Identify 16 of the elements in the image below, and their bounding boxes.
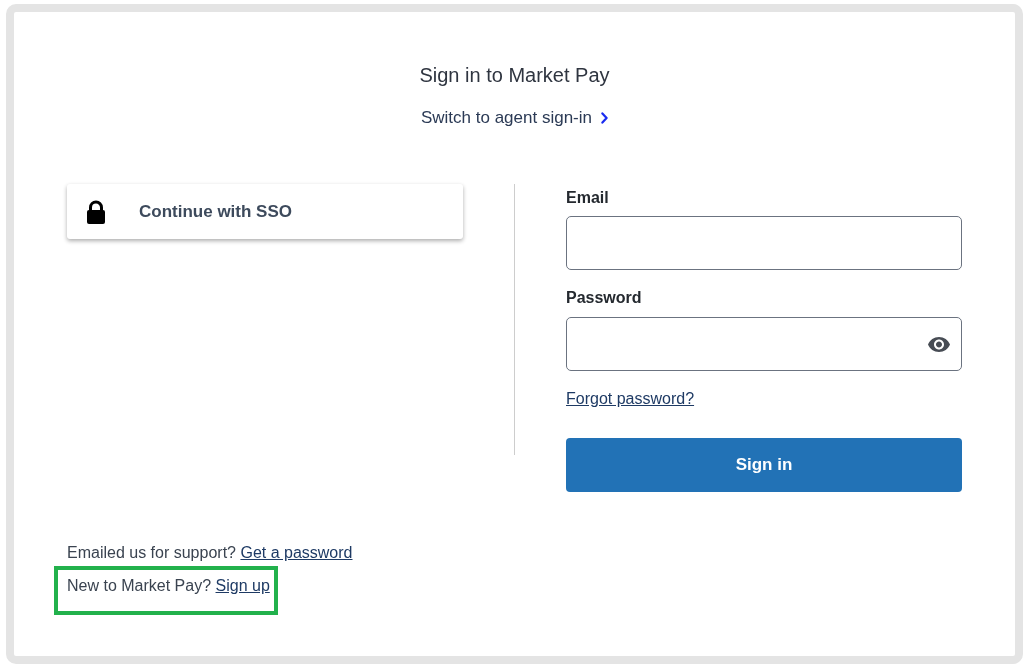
prompt-text: Emailed us for support? [67,544,236,561]
email-field[interactable] [566,216,962,270]
forgot-password-link[interactable]: Forgot password? [566,387,695,411]
lock-icon [86,199,106,224]
switch-agent-link[interactable]: Switch to agent sign-in [420,106,608,130]
field-label: Password [566,288,643,308]
page-title: Sign in to Market Pay [419,63,610,88]
eye-icon[interactable] [928,336,950,352]
field-label: Email [566,188,610,208]
sso-button[interactable]: Continue with SSO [67,184,463,239]
sign-in-button[interactable]: Sign in [566,438,962,492]
password-field[interactable] [566,317,962,371]
footer-link[interactable]: Get a password [240,544,353,561]
chevron-right-icon [601,112,608,124]
prompt-text: New to Market Pay? [67,577,212,594]
footer-link[interactable]: Sign up [215,577,270,594]
